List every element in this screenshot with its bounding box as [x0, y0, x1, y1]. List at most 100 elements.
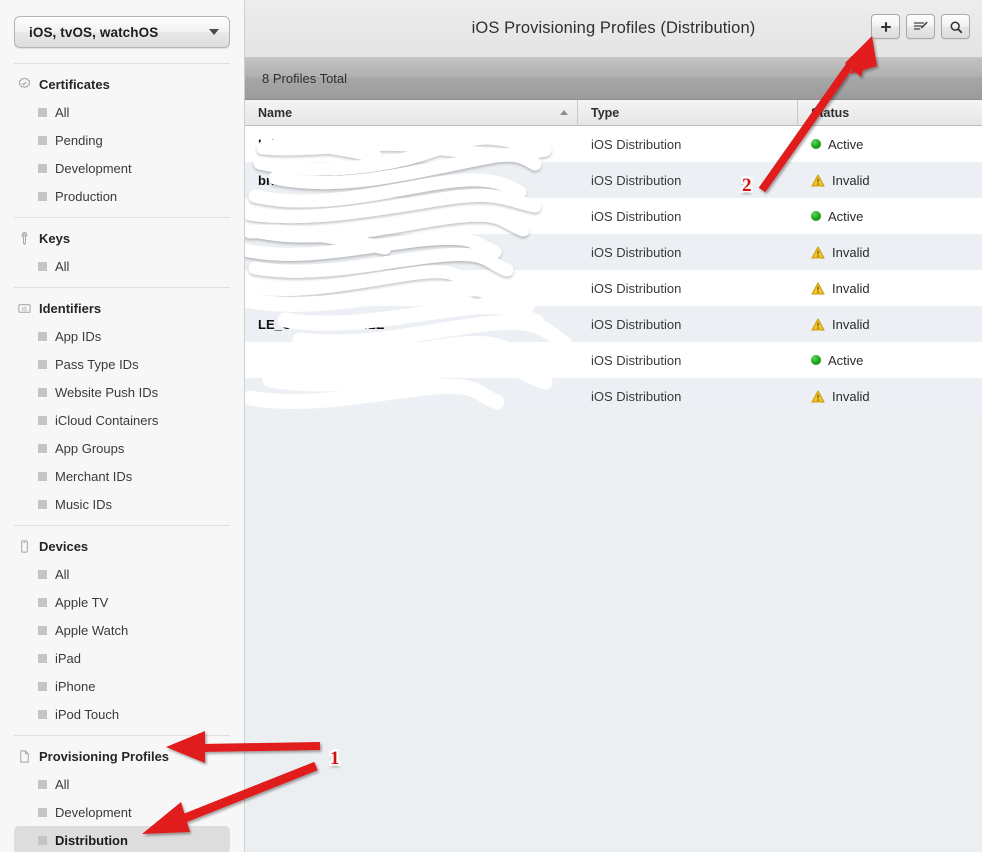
table-row[interactable]: LE_COMMON OFILE iOS Distribution Invalid — [245, 306, 982, 342]
sidebar-item-iphone[interactable]: iPhone — [14, 672, 230, 700]
sidebar-item-certificates-production[interactable]: Production — [14, 182, 230, 210]
status-label: Invalid — [832, 281, 870, 296]
status-label: Invalid — [832, 173, 870, 188]
bullet-icon — [38, 332, 47, 341]
bullet-icon — [38, 164, 47, 173]
column-header-name[interactable]: Name — [245, 100, 578, 126]
sidebar-group-certificates: Certificates All Pending Development Pro… — [0, 70, 244, 210]
search-button[interactable] — [941, 14, 970, 39]
bullet-icon — [38, 360, 47, 369]
document-page-icon — [16, 748, 32, 764]
table-row[interactable]: iOS Distribution Active — [245, 198, 982, 234]
sidebar-nav: Certificates All Pending Development Pro… — [0, 56, 244, 852]
plus-icon — [879, 20, 893, 34]
sidebar-item-label: iPad — [55, 651, 81, 666]
warning-triangle-icon — [811, 246, 825, 259]
bullet-icon — [38, 500, 47, 509]
warning-triangle-icon — [811, 282, 825, 295]
bullet-icon — [38, 108, 47, 117]
column-header-label: Type — [591, 106, 619, 120]
bullet-icon — [38, 388, 47, 397]
environment-picker[interactable]: iOS, tvOS, watchOS — [14, 16, 230, 48]
search-icon — [949, 20, 963, 34]
sidebar-item-profiles-distribution[interactable]: Distribution — [14, 826, 230, 852]
sidebar-item-label: App IDs — [55, 329, 101, 344]
app-window: iOS, tvOS, watchOS Certificates All — [0, 0, 982, 852]
sidebar-item-profiles-all[interactable]: All — [14, 770, 230, 798]
green-dot-icon — [811, 139, 821, 149]
sidebar-item-music-ids[interactable]: Music IDs — [14, 490, 230, 518]
sidebar-group-header-identifiers[interactable]: ID Identifiers — [0, 294, 244, 322]
sidebar-group-header-keys[interactable]: Keys — [0, 224, 244, 252]
sidebar-item-certificates-all[interactable]: All — [14, 98, 230, 126]
profiles-count-label: 8 Profiles Total — [262, 71, 347, 86]
cell-type: iOS Distribution — [578, 198, 798, 234]
status-label: Active — [828, 353, 863, 368]
sidebar-item-label: App Groups — [55, 441, 124, 456]
cell-name — [245, 270, 578, 306]
bullet-icon — [38, 836, 47, 845]
sidebar-item-keys-all[interactable]: All — [14, 252, 230, 280]
status-label: Active — [828, 209, 863, 224]
column-header-type[interactable]: Type — [578, 100, 798, 126]
sidebar-item-app-ids[interactable]: App IDs — [14, 322, 230, 350]
header-actions — [871, 14, 970, 39]
bullet-icon — [38, 598, 47, 607]
sidebar-item-label: iPhone — [55, 679, 95, 694]
sidebar-item-label: All — [55, 567, 69, 582]
table-row[interactable]: brilonercontrol iOS Distribution Invalid — [245, 162, 982, 198]
sidebar-item-app-groups[interactable]: App Groups — [14, 434, 230, 462]
green-dot-icon — [811, 355, 821, 365]
table-row[interactable]: pro iOS Distribution Active — [245, 342, 982, 378]
sidebar-item-certificates-pending[interactable]: Pending — [14, 126, 230, 154]
sidebar-item-label: Apple TV — [55, 595, 108, 610]
bullet-icon — [38, 136, 47, 145]
sidebar-item-website-push-ids[interactable]: Website Push IDs — [14, 378, 230, 406]
add-button[interactable] — [871, 14, 900, 39]
cell-type: iOS Distribution — [578, 270, 798, 306]
table-row[interactable]: brilonercc iOS Distribution Active — [245, 126, 982, 162]
edit-button[interactable] — [906, 14, 935, 39]
bullet-icon — [38, 780, 47, 789]
sidebar-item-label: iCloud Containers — [55, 413, 158, 428]
sidebar-item-devices-all[interactable]: All — [14, 560, 230, 588]
sidebar-group-header-devices[interactable]: Devices — [0, 532, 244, 560]
sidebar-item-label: All — [55, 777, 69, 792]
cell-type: iOS Distribution — [578, 342, 798, 378]
table-row[interactable]: hoc_en iOS Distribution Invalid — [245, 234, 982, 270]
cell-type: iOS Distribution — [578, 378, 798, 414]
bullet-icon — [38, 472, 47, 481]
sidebar-item-profiles-development[interactable]: Development — [14, 798, 230, 826]
sidebar-group-header-provisioning-profiles[interactable]: Provisioning Profiles — [0, 742, 244, 770]
cell-name: brilonercc — [245, 126, 578, 162]
sidebar-group-header-certificates[interactable]: Certificates — [0, 70, 244, 98]
sidebar-group-label: Keys — [39, 231, 70, 246]
identifier-id-icon: ID — [16, 300, 32, 316]
table-row[interactable]: iOS Distribution Invalid — [245, 270, 982, 306]
sidebar-group-keys: Keys All — [0, 224, 244, 280]
cell-type: iOS Distribution — [578, 306, 798, 342]
sidebar-item-apple-watch[interactable]: Apple Watch — [14, 616, 230, 644]
cell-status: Invalid — [798, 270, 982, 306]
divider — [14, 287, 230, 288]
sidebar-item-label: Development — [55, 161, 132, 176]
key-icon — [16, 230, 32, 246]
sidebar-item-merchant-ids[interactable]: Merchant IDs — [14, 462, 230, 490]
sidebar-item-pass-type-ids[interactable]: Pass Type IDs — [14, 350, 230, 378]
table-row[interactable]: iOS Distribution Invalid — [245, 378, 982, 414]
sidebar-item-label: Distribution — [55, 833, 128, 848]
bullet-icon — [38, 192, 47, 201]
sidebar-item-ipad[interactable]: iPad — [14, 644, 230, 672]
status-label: Invalid — [832, 245, 870, 260]
column-header-status[interactable]: Status — [798, 100, 982, 126]
divider — [14, 735, 230, 736]
bullet-icon — [38, 444, 47, 453]
sidebar-item-certificates-development[interactable]: Development — [14, 154, 230, 182]
green-dot-icon — [811, 211, 821, 221]
sidebar-item-icloud-containers[interactable]: iCloud Containers — [14, 406, 230, 434]
sidebar-item-label: Production — [55, 189, 117, 204]
sidebar-item-label: Pass Type IDs — [55, 357, 139, 372]
sidebar-item-apple-tv[interactable]: Apple TV — [14, 588, 230, 616]
sidebar-item-ipod-touch[interactable]: iPod Touch — [14, 700, 230, 728]
cell-type: iOS Distribution — [578, 162, 798, 198]
